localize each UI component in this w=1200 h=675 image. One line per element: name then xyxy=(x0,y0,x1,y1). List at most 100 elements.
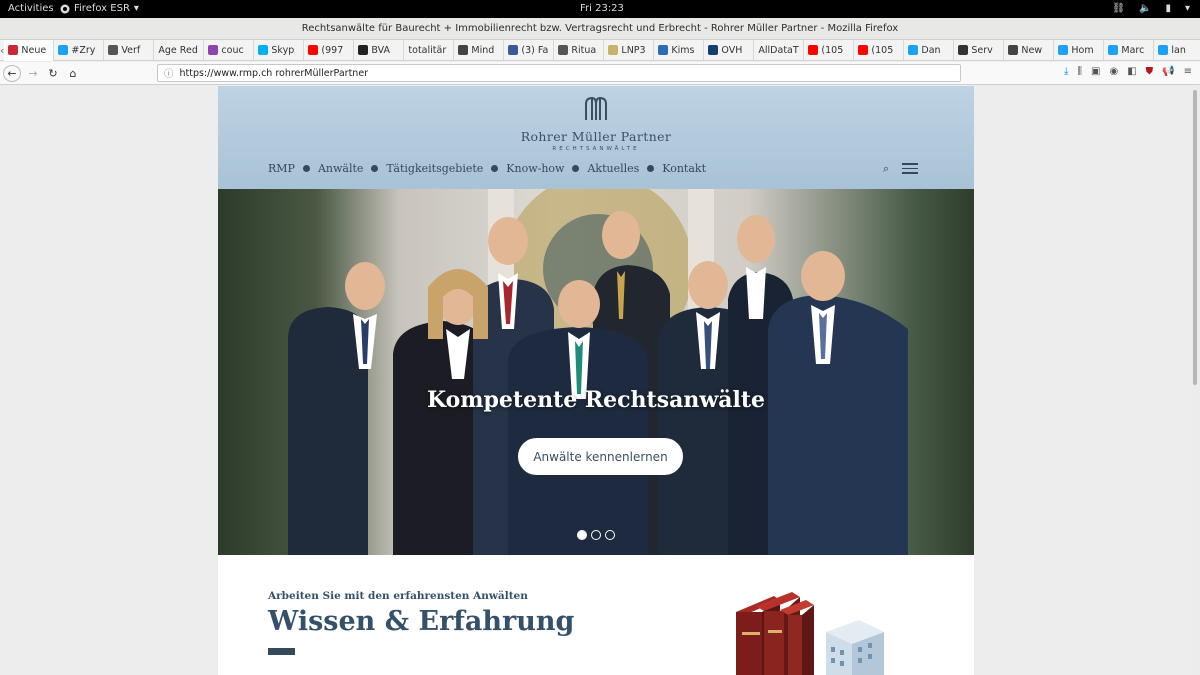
cta-button[interactable]: Anwälte kennenlernen xyxy=(518,438,683,475)
browser-tab[interactable]: Dan xyxy=(904,39,955,61)
browser-tab[interactable]: (105 xyxy=(804,39,855,61)
chevron-down-icon: ▾ xyxy=(1184,3,1190,14)
activities-button[interactable]: Activities xyxy=(8,3,54,14)
browser-tab[interactable]: Verf xyxy=(104,39,155,61)
browser-tab[interactable]: OVH xyxy=(704,39,755,61)
reload-button[interactable]: ↻ xyxy=(44,65,62,82)
browser-tab[interactable]: (997 xyxy=(304,39,355,61)
wikipedia-icon xyxy=(558,45,569,55)
twitter-icon xyxy=(1158,45,1169,55)
battery-icon: ▮ xyxy=(1165,3,1171,14)
info-icon: ⓘ xyxy=(164,69,174,80)
intro-section: Arbeiten Sie mit den erfahrensten Anwält… xyxy=(268,590,574,655)
hamburger-menu-icon[interactable] xyxy=(902,163,918,177)
browser-tab[interactable]: (3) Fa xyxy=(504,39,555,61)
kims-icon xyxy=(658,45,669,55)
window-title: Rechtsanwälte für Baurecht + Immobilienr… xyxy=(0,18,1200,40)
tab-label: Mind xyxy=(471,44,495,56)
tab-label: Neue xyxy=(21,44,47,56)
logo[interactable]: Rohrer Müller Partner RECHTSANWÄLTE xyxy=(218,96,974,152)
browser-tab[interactable]: (105 xyxy=(854,39,905,61)
browser-tab[interactable]: Serv xyxy=(954,39,1005,61)
tab-label: New xyxy=(1021,44,1043,56)
tab-label: BVA xyxy=(371,44,391,56)
scrollbar-thumb[interactable] xyxy=(1193,90,1197,385)
browser-tab[interactable]: Hom xyxy=(1054,39,1105,61)
team-photo xyxy=(288,189,908,555)
system-top-bar: Activities Firefox ESR ▾ Fri 23:23 ⛓ 🔈 ▮… xyxy=(0,0,1200,18)
browser-tab[interactable]: New xyxy=(1004,39,1055,61)
zotero-icon xyxy=(8,45,19,55)
wikipedia-icon xyxy=(108,45,119,55)
slider-dot[interactable] xyxy=(591,530,601,540)
menu-item-know-how[interactable]: Know-how xyxy=(506,162,564,175)
browser-tab[interactable]: Kims xyxy=(654,39,705,61)
clock[interactable]: Fri 23:23 xyxy=(580,3,624,14)
browser-tab[interactable]: Ritua xyxy=(554,39,605,61)
tab-label: couc xyxy=(221,44,244,56)
browser-tab[interactable]: totalitär xyxy=(404,39,455,61)
slider-dots xyxy=(577,530,615,540)
browser-tab[interactable]: AllDataT xyxy=(754,39,805,61)
app-menu[interactable]: Firefox ESR ▾ xyxy=(60,3,139,14)
doc-icon xyxy=(608,45,619,55)
slider-dot[interactable] xyxy=(577,530,587,540)
browser-tab[interactable]: lan xyxy=(1154,40,1200,61)
arrow-left-icon: ← xyxy=(7,67,17,80)
arrow-right-icon: → xyxy=(28,67,38,80)
account-icon[interactable]: ◉ xyxy=(1109,66,1118,77)
menu-item-aktuelles[interactable]: Aktuelles xyxy=(587,162,639,175)
logo-subtitle: RECHTSANWÄLTE xyxy=(552,146,640,152)
menu-icon[interactable]: ≡ xyxy=(1184,66,1192,77)
sv-icon xyxy=(458,45,469,55)
menu-item-taetigkeitsgebiete[interactable]: Tätigkeitsgebiete xyxy=(386,162,483,175)
extension-icon[interactable]: ◧ xyxy=(1127,66,1136,77)
page-scrollbar[interactable] xyxy=(1190,86,1200,675)
browser-tab[interactable]: Mind xyxy=(454,39,505,61)
app-name: Firefox ESR xyxy=(74,3,130,14)
tab-label: Skyp xyxy=(271,44,295,56)
browser-tab[interactable]: LNP3 xyxy=(604,39,655,61)
search-icon[interactable]: ⌕ xyxy=(883,162,889,176)
system-tray[interactable]: ⛓ 🔈 ▮ ▾ xyxy=(1112,3,1190,14)
menu-separator xyxy=(572,165,580,172)
github-icon xyxy=(358,45,369,55)
tab-label: (105 xyxy=(821,44,844,56)
tab-strip: ‹ Neue #Zry Verf Age Red couc Skyp (997 BVA tota… xyxy=(0,39,1200,61)
library-icon[interactable]: ⫼ xyxy=(1077,66,1082,77)
sidebar-icon[interactable]: ▣ xyxy=(1091,66,1100,77)
forward-button[interactable]: → xyxy=(24,65,42,82)
menu-item-rmp[interactable]: RMP xyxy=(268,162,295,175)
browser-tab[interactable]: Skyp xyxy=(254,39,305,61)
hero-slider: Kompetente Rechtsanwälte Anwälte kennenl… xyxy=(218,189,974,555)
skype-icon xyxy=(258,45,269,55)
menu-item-anwaelte[interactable]: Anwälte xyxy=(318,162,363,175)
logo-mark-icon xyxy=(585,96,607,120)
volume-icon: 🔈 xyxy=(1139,3,1152,14)
home-button[interactable]: ⌂ xyxy=(64,65,82,82)
menu-item-kontakt[interactable]: Kontakt xyxy=(662,162,706,175)
chevron-down-icon: ▾ xyxy=(133,3,139,14)
browser-tab[interactable]: #Zry xyxy=(54,39,105,61)
menu-separator xyxy=(491,165,499,172)
slider-dot[interactable] xyxy=(605,530,615,540)
browser-tab[interactable]: Marc xyxy=(1104,39,1155,61)
back-button[interactable]: ← xyxy=(3,65,21,82)
site-header: Rohrer Müller Partner RECHTSANWÄLTE RMP … xyxy=(218,86,974,189)
hero-headline: Kompetente Rechtsanwälte xyxy=(426,387,766,413)
browser-tab[interactable]: Age Red xyxy=(154,39,205,61)
browser-tab[interactable]: BVA xyxy=(354,39,405,61)
reload-icon: ↻ xyxy=(48,67,58,80)
ublock-icon[interactable]: ⛊ xyxy=(1146,66,1154,77)
megaphone-icon[interactable]: 📢 xyxy=(1162,66,1174,77)
download-icon[interactable]: ⤓ xyxy=(1064,66,1068,77)
url-bar[interactable]: ⓘ https://www.rmp.ch rohrerMüllerPartner xyxy=(157,64,961,82)
tab-label: LNP3 xyxy=(621,44,646,56)
browser-tab[interactable]: Neue xyxy=(4,39,55,61)
toolbar-icons: ⤓ ⫼ ▣ ◉ ◧ ⛊ 📢 ≡ xyxy=(1064,66,1192,77)
tab-label: Age Red xyxy=(158,44,198,56)
tab-label: Serv xyxy=(971,44,993,56)
menu-separator xyxy=(371,165,379,172)
browser-tab[interactable]: couc xyxy=(204,39,255,61)
tab-label: Verf xyxy=(121,44,141,56)
